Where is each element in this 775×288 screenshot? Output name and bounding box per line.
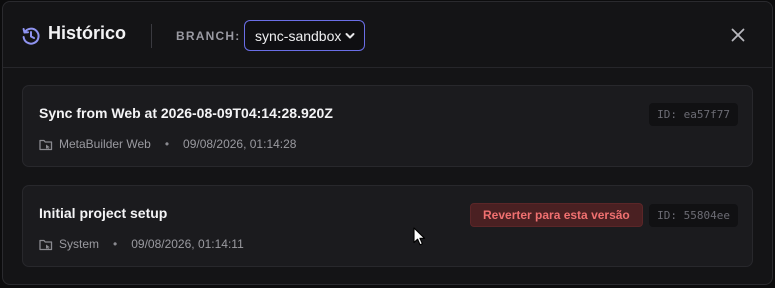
modal-title: Histórico [48,23,127,43]
mouse-cursor-icon [413,227,426,246]
close-icon[interactable] [730,27,746,43]
source-icon [39,239,53,250]
commit-card: Sync from Web at 2026-08-09T04:14:28.920… [22,85,753,167]
commit-source: System [59,237,100,251]
chevron-down-icon [345,33,355,39]
commit-timestamp: 09/08/2026, 01:14:28 [183,137,297,151]
revert-button[interactable]: Reverter para esta versão [470,203,643,227]
commit-card: Initial project setup System • 09/08/202… [22,185,753,267]
branch-label: BRANCH: [176,29,241,43]
commit-id-badge: ID: ea57f77 [649,103,738,126]
history-icon [22,27,40,45]
history-modal: Histórico BRANCH: sync-sandbox Sync from… [2,1,773,285]
meta-separator: • [164,137,170,151]
header-divider [151,24,152,48]
commit-meta: MetaBuilder Web • 09/08/2026, 01:14:28 [39,137,296,151]
commit-id-badge: ID: 55804ee [649,204,738,227]
modal-header: Histórico BRANCH: sync-sandbox [3,2,772,68]
source-icon [39,139,53,150]
meta-separator: • [113,237,118,251]
commit-timestamp: 09/08/2026, 01:14:11 [131,237,244,251]
commit-message: Sync from Web at 2026-08-09T04:14:28.920… [39,105,333,121]
commit-meta: System • 09/08/2026, 01:14:11 [39,237,244,251]
commit-source: MetaBuilder Web [59,137,151,151]
branch-select[interactable]: sync-sandbox [244,20,365,51]
commit-message: Initial project setup [39,205,168,221]
branch-select-value: sync-sandbox [255,27,342,44]
